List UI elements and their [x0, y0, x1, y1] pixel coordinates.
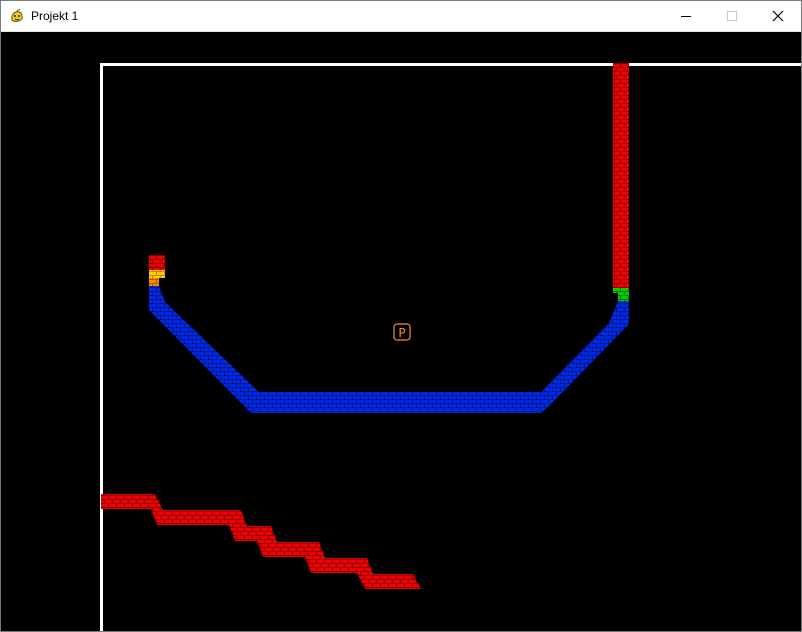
red-column-right	[613, 63, 629, 288]
pygame-snake-icon	[11, 9, 23, 22]
wall-left	[100, 63, 103, 631]
minimize-button[interactable]	[663, 1, 709, 31]
minimize-icon	[681, 16, 691, 17]
maximize-button[interactable]	[709, 1, 755, 31]
orange-bricks	[149, 278, 159, 286]
title-bar[interactable]: Projekt 1	[1, 1, 801, 32]
wall-top	[101, 63, 801, 66]
close-icon	[772, 10, 784, 22]
yellow-bricks	[149, 270, 165, 278]
close-button[interactable]	[755, 1, 801, 31]
red-stub-left	[149, 255, 165, 270]
game-canvas[interactable]: P	[1, 32, 801, 631]
game-window: Projekt 1 P	[0, 0, 802, 632]
maximize-icon	[727, 11, 737, 21]
blue-bottom-segment	[251, 392, 541, 413]
green-bricks	[613, 288, 629, 293]
pickup-label: P	[398, 326, 405, 340]
green-bricks-tip	[618, 293, 629, 301]
window-title: Projekt 1	[31, 9, 79, 23]
